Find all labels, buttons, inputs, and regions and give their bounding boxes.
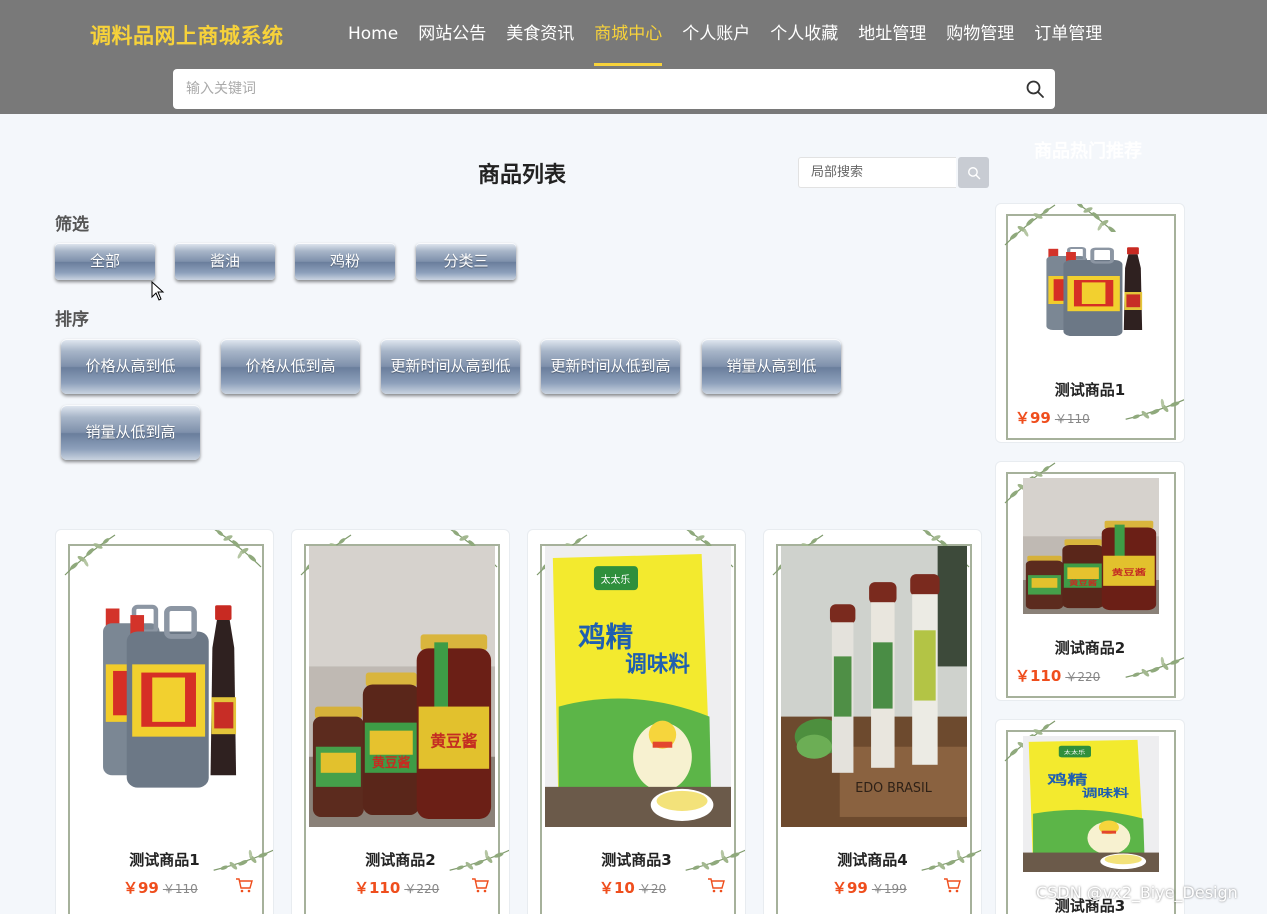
cart-icon[interactable] — [235, 877, 253, 893]
leaf-decoration — [206, 529, 266, 572]
sort-sales-desc-button[interactable]: 销量从高到低 — [702, 339, 841, 394]
product-price: ￥10 ￥20 — [599, 877, 666, 898]
product-price: ￥99 ￥110 — [1015, 407, 1090, 428]
product-image[interactable] — [781, 546, 967, 827]
product-name[interactable]: 测试商品4 — [764, 849, 981, 870]
mouse-cursor-icon — [151, 281, 165, 301]
product-image[interactable] — [1023, 736, 1159, 872]
main-nav: Home 网站公告 美食资讯 商城中心 个人账户 个人收藏 地址管理 购物管理 … — [338, 0, 1112, 68]
sort-label: 排序 — [55, 310, 89, 330]
cart-icon[interactable] — [471, 877, 489, 893]
product-name[interactable]: 测试商品2 — [996, 637, 1184, 658]
filter-label: 筛选 — [55, 215, 89, 235]
cart-icon[interactable] — [943, 877, 961, 893]
sort-price-asc-button[interactable]: 价格从低到高 — [221, 339, 360, 394]
product-image[interactable] — [83, 574, 247, 804]
product-name[interactable]: 测试商品1 — [56, 849, 273, 870]
local-search-button[interactable] — [958, 157, 989, 188]
filter-soy-sauce-button[interactable]: 酱油 — [175, 243, 275, 280]
original-price: ￥220 — [404, 882, 440, 896]
filter-all-button[interactable]: 全部 — [55, 243, 155, 280]
nav-personal-account[interactable]: 个人账户 — [672, 0, 760, 68]
current-price: ￥99 — [1015, 409, 1051, 427]
site-logo-title[interactable]: 调料品网上商城系统 — [90, 20, 284, 50]
nav-order-management[interactable]: 订单管理 — [1024, 0, 1112, 68]
nav-shopping-management[interactable]: 购物管理 — [936, 0, 1024, 68]
sort-price-desc-button[interactable]: 价格从高到低 — [61, 339, 200, 394]
product-name[interactable]: 测试商品3 — [528, 849, 745, 870]
product-price: ￥99 ￥110 — [123, 877, 198, 898]
local-search-input[interactable] — [798, 157, 956, 188]
nav-mall-center[interactable]: 商城中心 — [584, 0, 672, 68]
cart-icon[interactable] — [707, 877, 725, 893]
leaf-decoration — [60, 530, 120, 580]
recommend-card[interactable]: 测试商品1 ￥99 ￥110 — [995, 203, 1185, 443]
top-header: 调料品网上商城系统 Home 网站公告 美食资讯 商城中心 个人账户 个人收藏 … — [0, 0, 1267, 114]
local-search — [798, 157, 991, 188]
original-price: ￥220 — [1065, 670, 1101, 684]
sort-update-time-asc-button[interactable]: 更新时间从低到高 — [541, 339, 680, 394]
original-price: ￥110 — [1054, 412, 1090, 426]
nav-food-news[interactable]: 美食资讯 — [496, 0, 584, 68]
nav-favorites[interactable]: 个人收藏 — [760, 0, 848, 68]
product-image[interactable] — [545, 546, 731, 827]
original-price: ￥20 — [638, 882, 667, 896]
filter-chicken-powder-button[interactable]: 鸡粉 — [295, 243, 395, 280]
hot-recommendations-title: 商品热门推荐 — [1034, 141, 1142, 162]
product-card[interactable]: 测试商品3 ￥10 ￥20 — [527, 529, 746, 914]
nav-announcements[interactable]: 网站公告 — [408, 0, 496, 68]
current-price: ￥99 — [832, 879, 868, 897]
page-title: 商品列表 — [478, 163, 567, 188]
current-price: ￥110 — [354, 879, 401, 897]
global-search-bar — [173, 69, 1055, 109]
sort-sales-asc-button[interactable]: 销量从低到高 — [61, 405, 200, 460]
sort-update-time-desc-button[interactable]: 更新时间从高到低 — [381, 339, 520, 394]
product-card[interactable]: 测试商品4 ￥99 ￥199 — [763, 529, 982, 914]
product-image[interactable] — [1032, 232, 1150, 344]
product-card[interactable]: 测试商品1 ￥99 ￥110 — [55, 529, 274, 914]
product-card[interactable]: 测试商品2 ￥110 ￥220 — [291, 529, 510, 914]
product-price: ￥99 ￥199 — [832, 877, 907, 898]
search-icon — [967, 166, 980, 179]
product-image[interactable] — [1023, 478, 1159, 614]
product-image[interactable] — [309, 546, 495, 827]
current-price: ￥10 — [599, 879, 635, 897]
original-price: ￥199 — [871, 882, 907, 896]
product-name[interactable]: 测试商品2 — [292, 849, 509, 870]
product-price: ￥110 ￥220 — [354, 877, 439, 898]
watermark-text: CSDN @vx2_Biye_Design — [1036, 883, 1238, 902]
current-price: ￥110 — [1015, 667, 1062, 685]
search-icon[interactable] — [1025, 79, 1045, 99]
filter-category-three-button[interactable]: 分类三 — [416, 243, 516, 280]
nav-home[interactable]: Home — [338, 0, 408, 68]
recommend-card[interactable]: 测试商品2 ￥110 ￥220 — [995, 461, 1185, 701]
product-price: ￥110 ￥220 — [1015, 665, 1100, 686]
product-name[interactable]: 测试商品1 — [996, 379, 1184, 400]
current-price: ￥99 — [123, 879, 159, 897]
global-search-input[interactable] — [173, 69, 993, 109]
original-price: ￥110 — [162, 882, 198, 896]
nav-address-management[interactable]: 地址管理 — [848, 0, 936, 68]
